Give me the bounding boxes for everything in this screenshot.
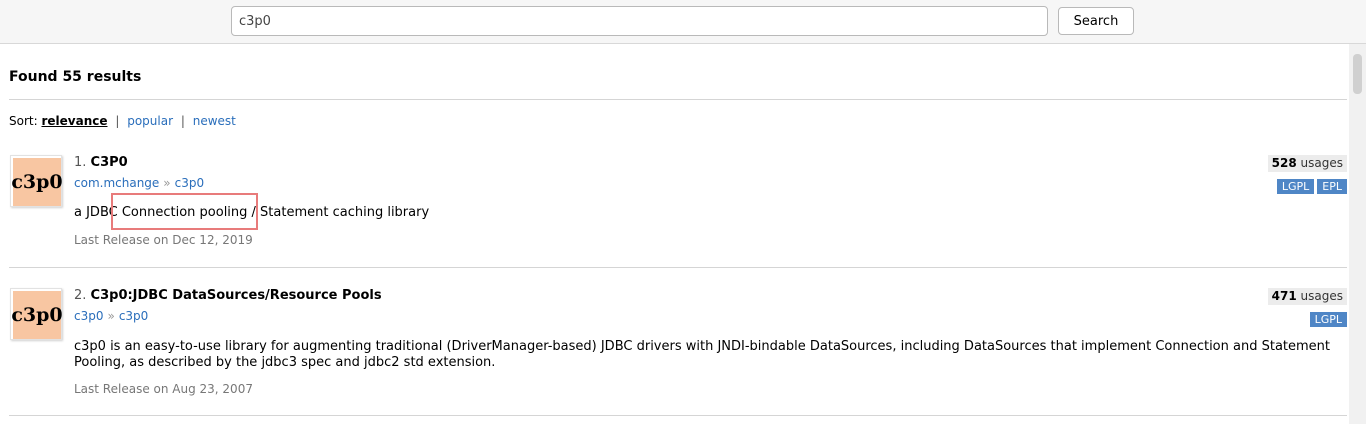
divider [9,267,1347,268]
result-name-link[interactable]: C3p0:JDBC DataSources/Resource Pools [91,288,382,303]
sort-newest-link[interactable]: newest [193,114,236,128]
sort-row: Sort: relevance | popular | newest [9,114,236,128]
result-coordinates: c3p0 » c3p0 [74,309,148,323]
result-description: c3p0 is an easy-to-use library for augme… [74,339,1331,370]
group-link[interactable]: c3p0 [74,309,103,323]
artifact-link[interactable]: c3p0 [119,309,148,323]
usages-badge[interactable]: 528 usages [1267,155,1347,172]
sort-popular-link[interactable]: popular [127,114,173,128]
results-count-heading: Found 55 results [9,69,142,85]
artifact-logo[interactable]: c3p0 [10,288,63,340]
sort-label: Sort: [9,114,38,128]
search-bar: Search [0,0,1366,44]
license-badge: EPL [1317,179,1347,194]
breadcrumb-separator: » [163,176,171,190]
divider [9,415,1347,416]
usages-label: usages [1300,289,1343,303]
logo-text: c3p0 [11,158,63,206]
usages-label: usages [1300,156,1343,170]
result-description: a JDBC Connection pooling / Statement ca… [74,205,430,220]
result-name-link[interactable]: C3P0 [91,155,128,170]
search-input[interactable] [231,6,1048,36]
breadcrumb-separator: » [107,309,115,323]
license-list: LGPL EPL [1276,179,1347,194]
search-button[interactable]: Search [1058,7,1134,35]
group-link[interactable]: com.mchange [74,176,159,190]
divider [9,99,1347,100]
sort-relevance-link[interactable]: relevance [41,114,107,128]
usages-count: 528 [1271,156,1297,170]
result-item: c3p0 2. C3p0:JDBC DataSources/Resource P… [9,288,1347,408]
license-badge: LGPL [1309,312,1347,327]
result-number: 2. [74,288,87,303]
artifact-link[interactable]: c3p0 [175,176,204,190]
usages-badge[interactable]: 471 usages [1267,288,1347,305]
result-item: c3p0 1. C3P0 com.mchange » c3p0 a JDBC Con… [9,155,1347,265]
scrollbar-thumb[interactable] [1353,54,1362,94]
result-title: 1. C3P0 [74,155,128,170]
sort-separator: | [180,114,185,128]
result-coordinates: com.mchange » c3p0 [74,176,204,190]
result-number: 1. [74,155,87,170]
artifact-logo[interactable]: c3p0 [10,155,63,207]
result-title: 2. C3p0:JDBC DataSources/Resource Pools [74,288,382,303]
last-release: Last Release on Dec 12, 2019 [74,233,253,247]
sort-separator: | [115,114,120,128]
license-badge: LGPL [1276,179,1315,194]
license-list: LGPL [1309,312,1347,327]
vertical-scrollbar[interactable] [1349,44,1366,424]
logo-text: c3p0 [11,291,63,339]
usages-count: 471 [1271,289,1297,303]
last-release: Last Release on Aug 23, 2007 [74,382,253,396]
